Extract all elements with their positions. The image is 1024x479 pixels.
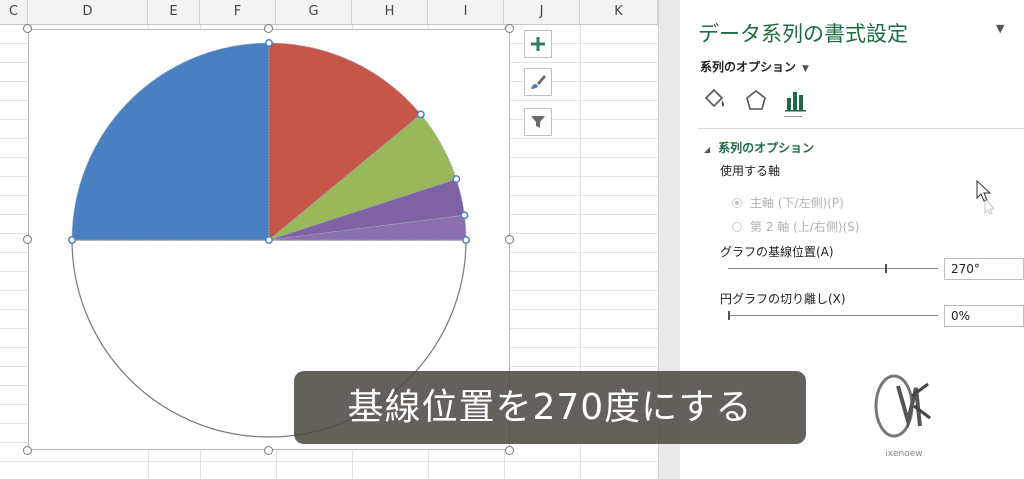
radio-secondary-axis-label: 第 2 軸 (上/右側)(S) bbox=[750, 220, 860, 234]
column-headers: C D E F G H I J K bbox=[0, 0, 660, 25]
series-point-handle[interactable] bbox=[265, 236, 273, 244]
divider bbox=[698, 128, 1024, 129]
pie-explosion-label: 円グラフの切り離し(X) bbox=[720, 292, 846, 306]
pentagon-icon[interactable] bbox=[742, 86, 770, 114]
resize-handle-right[interactable] bbox=[505, 235, 514, 244]
resize-handle-top[interactable] bbox=[264, 24, 273, 33]
tab-indicator bbox=[784, 116, 802, 117]
bar-chart-icon[interactable] bbox=[782, 86, 810, 114]
chart-styles-button[interactable] bbox=[524, 68, 552, 96]
series-options-dropdown-label: 系列のオプション bbox=[700, 60, 797, 74]
series-point-handle[interactable] bbox=[460, 211, 469, 220]
col-header-j[interactable]: J bbox=[504, 0, 580, 24]
radio-secondary-axis[interactable]: 第 2 軸 (上/右側)(S) bbox=[732, 218, 859, 235]
series-point-handle[interactable] bbox=[452, 175, 461, 184]
video-caption: 基線位置を270度にする bbox=[294, 371, 806, 444]
series-point-handle[interactable] bbox=[462, 236, 470, 244]
resize-handle-bottom[interactable] bbox=[264, 446, 273, 455]
col-header-d[interactable]: D bbox=[28, 0, 148, 24]
fill-bucket-icon[interactable] bbox=[700, 86, 728, 114]
resize-handle-top-right[interactable] bbox=[505, 24, 514, 33]
radio-primary-axis-label: 主軸 (下/左側)(P) bbox=[750, 196, 844, 210]
plus-icon bbox=[531, 37, 545, 51]
chevron-down-icon: ▼ bbox=[802, 64, 809, 74]
series-options-dropdown[interactable]: 系列のオプション ▼ bbox=[700, 58, 809, 75]
mouse-pointer-icon bbox=[976, 180, 994, 214]
baseline-angle-label: グラフの基線位置(A) bbox=[720, 245, 834, 259]
col-header-c[interactable]: C bbox=[0, 0, 28, 24]
radio-button[interactable] bbox=[732, 197, 742, 208]
radio-primary-axis[interactable]: 主軸 (下/左側)(P) bbox=[732, 194, 844, 211]
col-header-g[interactable]: G bbox=[276, 0, 352, 24]
collapse-triangle-icon: ◢ bbox=[704, 145, 711, 154]
chart-elements-button[interactable] bbox=[524, 30, 552, 58]
watermark-logo: ixenoew bbox=[874, 374, 931, 459]
pane-menu-button[interactable]: ▼ bbox=[996, 22, 1004, 35]
chart-filters-button[interactable] bbox=[524, 108, 552, 136]
series-options-section-label: 系列のオプション bbox=[718, 141, 815, 155]
plot-axis-label: 使用する軸 bbox=[720, 164, 781, 178]
pie-explosion-slider[interactable] bbox=[728, 315, 938, 316]
col-header-f[interactable]: F bbox=[200, 0, 276, 24]
resize-handle-left[interactable] bbox=[23, 235, 32, 244]
col-header-h[interactable]: H bbox=[352, 0, 428, 24]
series-point-handle[interactable] bbox=[416, 110, 425, 119]
pane-title: データ系列の書式設定 bbox=[698, 22, 908, 46]
resize-handle-bottom-right[interactable] bbox=[505, 446, 514, 455]
resize-handle-top-left[interactable] bbox=[23, 24, 32, 33]
radio-button[interactable] bbox=[732, 221, 742, 232]
col-header-i[interactable]: I bbox=[428, 0, 504, 24]
series-point-handle[interactable] bbox=[68, 236, 76, 244]
pie-explosion-input[interactable]: 0% bbox=[944, 305, 1024, 327]
col-header-k[interactable]: K bbox=[580, 0, 658, 24]
chevron-down-icon: ▼ bbox=[996, 22, 1005, 35]
col-header-e[interactable]: E bbox=[148, 0, 200, 24]
logo-caption: ixenoew bbox=[885, 449, 922, 459]
series-point-handle[interactable] bbox=[265, 39, 273, 47]
baseline-angle-slider-thumb[interactable] bbox=[885, 264, 887, 273]
pie-slice-1[interactable] bbox=[71, 42, 270, 241]
baseline-angle-input[interactable]: 270° bbox=[944, 258, 1024, 280]
series-options-section[interactable]: ◢ 系列のオプション bbox=[704, 139, 814, 156]
resize-handle-bottom-left[interactable] bbox=[23, 446, 32, 455]
filter-icon bbox=[531, 116, 545, 128]
pie-explosion-slider-thumb[interactable] bbox=[728, 311, 730, 320]
brush-icon bbox=[531, 75, 546, 89]
baseline-angle-slider[interactable] bbox=[728, 268, 938, 269]
